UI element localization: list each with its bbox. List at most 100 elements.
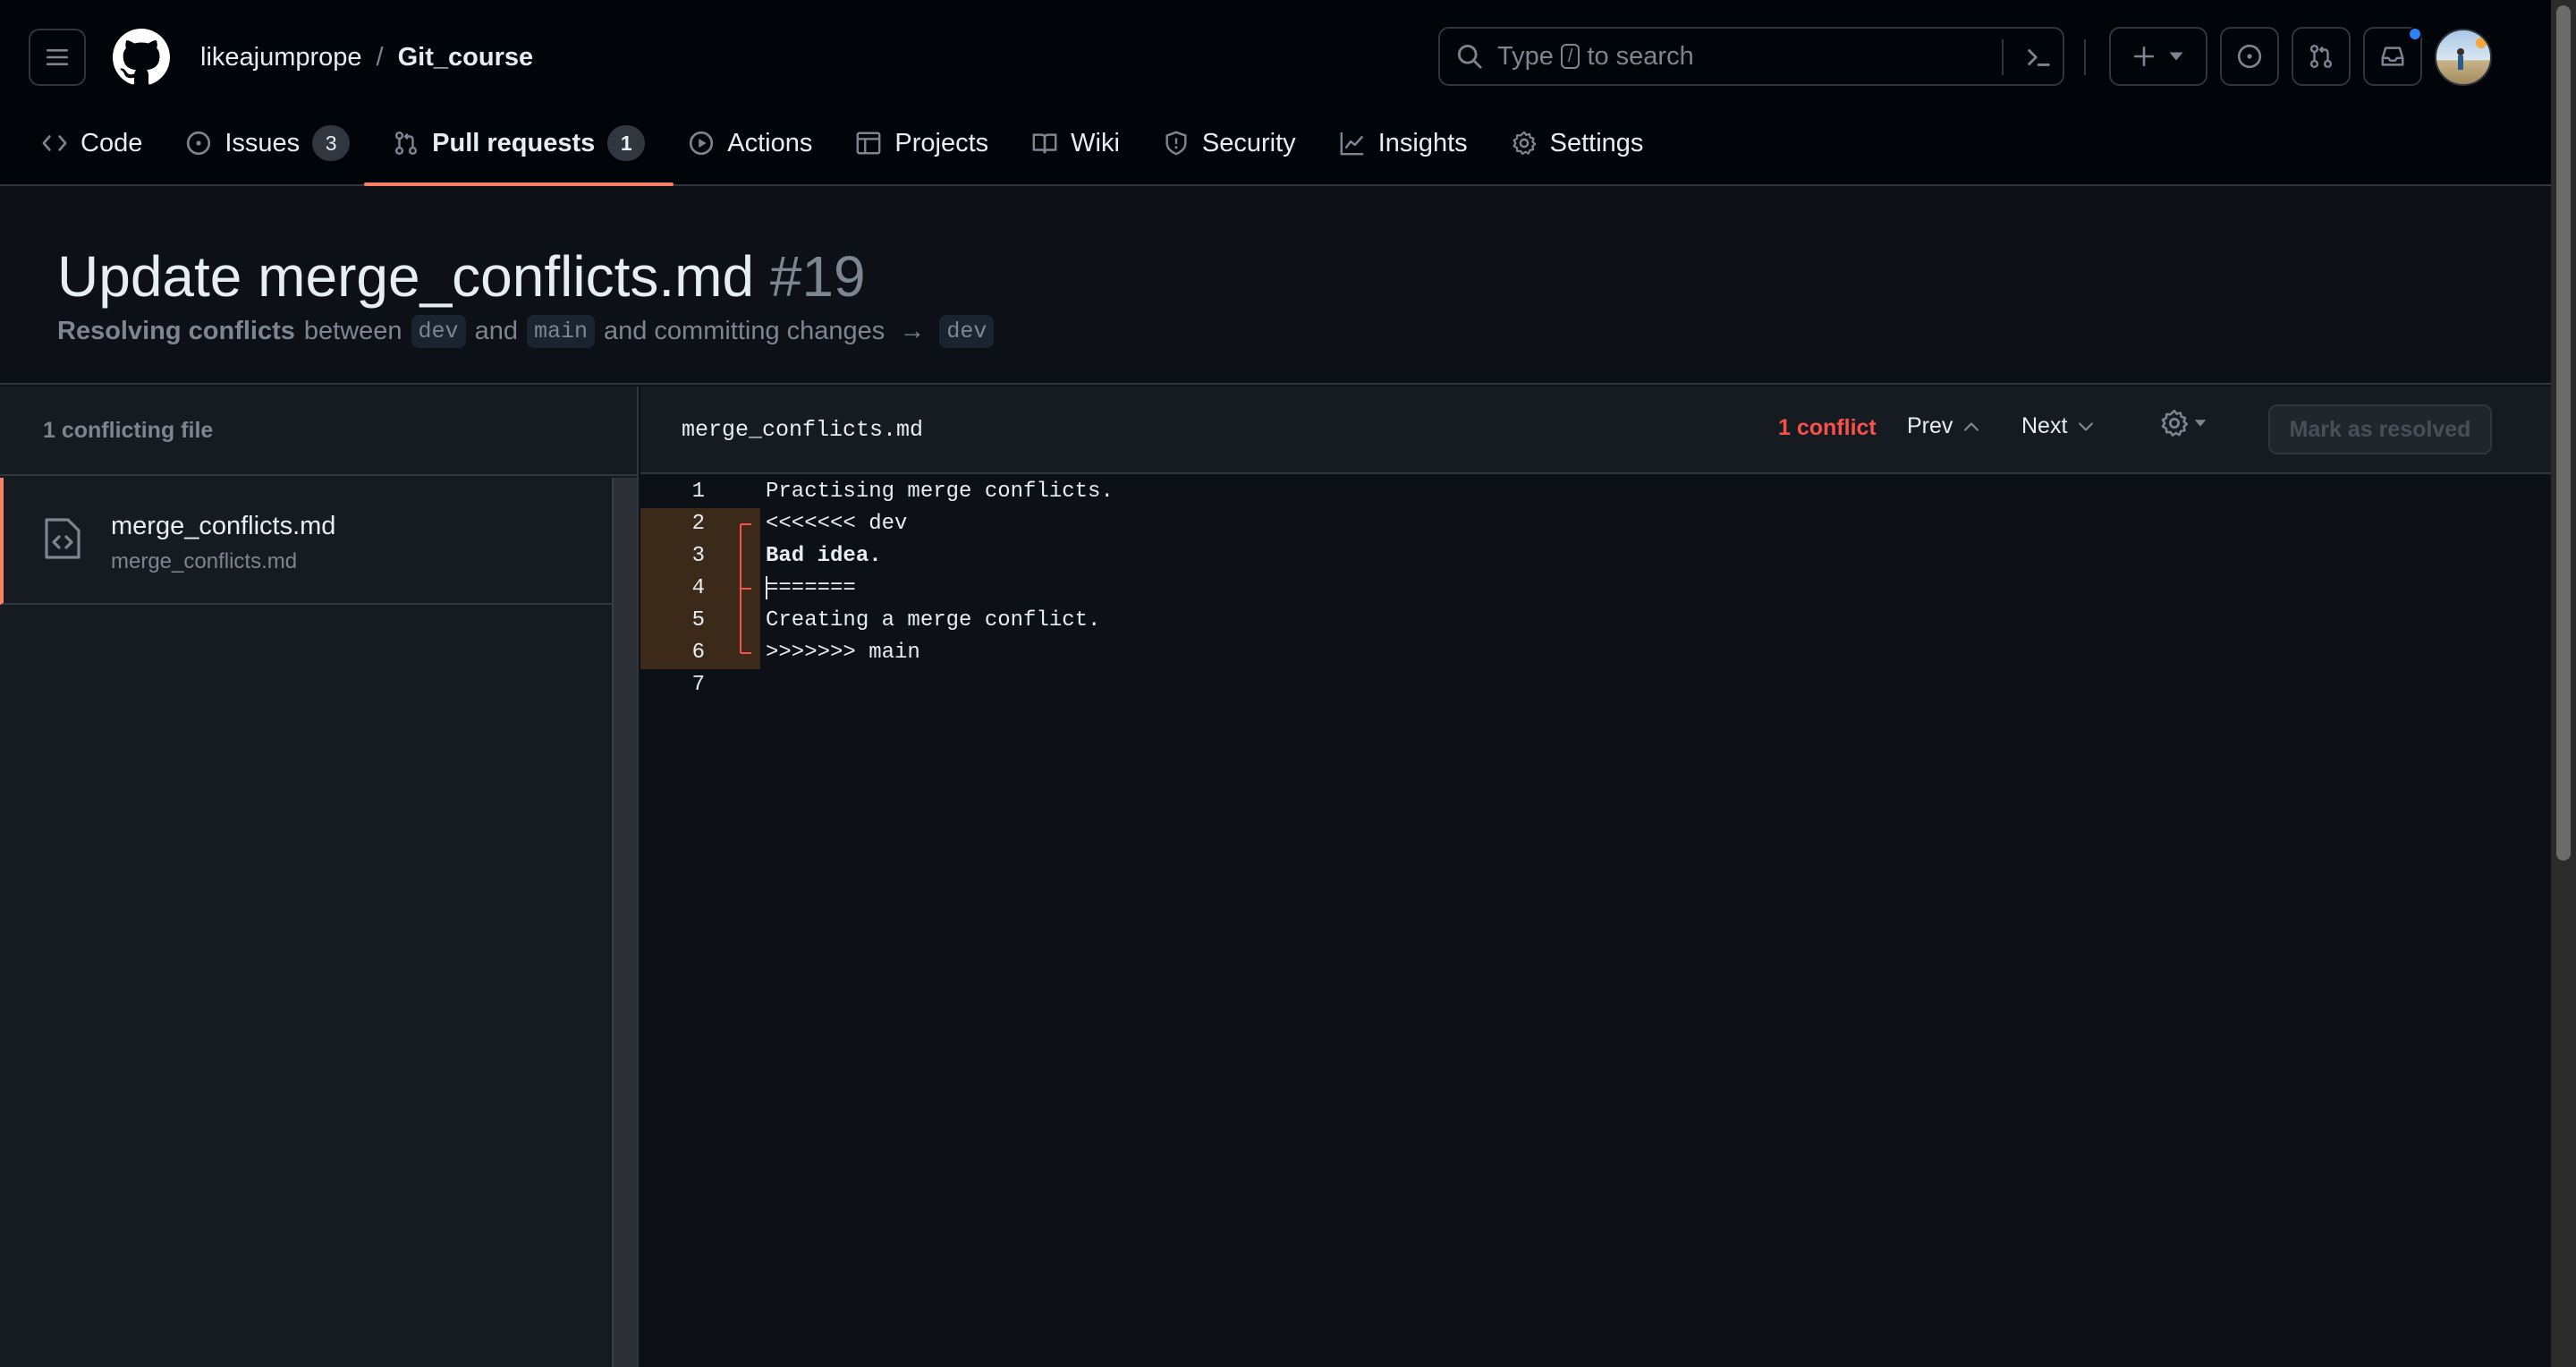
code-area[interactable]: 1 Practising merge conflicts. 2 <<<<<<< … xyxy=(640,476,2551,701)
code-line: 2 <<<<<<< dev xyxy=(640,508,2551,540)
search-icon xyxy=(1457,44,1482,69)
notification-indicator xyxy=(2408,27,2422,41)
code-line: 7 xyxy=(640,669,2551,701)
conflict-marker-divider xyxy=(705,573,760,605)
tab-actions[interactable]: Actions xyxy=(674,118,826,168)
pr-title-text: Update merge_conflicts.md xyxy=(57,244,755,309)
tab-settings[interactable]: Settings xyxy=(1496,118,1658,168)
conflicting-files-heading: 1 conflicting file xyxy=(0,386,637,476)
tab-issues[interactable]: Issues 3 xyxy=(171,118,364,168)
issues-button[interactable] xyxy=(2220,27,2279,86)
owner-link[interactable]: likeajumprope xyxy=(200,43,362,72)
conflict-file-sidebar: 1 conflicting file merge_conflicts.md me… xyxy=(0,386,639,1367)
line-number: 7 xyxy=(691,673,705,697)
line-text: Bad idea. xyxy=(766,544,882,568)
code-icon xyxy=(42,135,67,151)
file-code-icon xyxy=(45,518,80,559)
tab-insights[interactable]: Insights xyxy=(1325,118,1482,168)
tab-label: Issues xyxy=(225,128,301,157)
tab-wiki[interactable]: Wiki xyxy=(1017,118,1134,168)
subtitle-and: and xyxy=(474,317,518,345)
line-gutter xyxy=(705,476,760,508)
tab-code[interactable]: Code xyxy=(41,118,157,168)
editor-settings-button[interactable] xyxy=(2159,408,2207,438)
page-title: Update merge_conflicts.md #19 xyxy=(57,243,866,310)
line-number: 5 xyxy=(640,605,705,637)
gear-icon xyxy=(1513,131,1536,156)
search-placeholder-suffix: to search xyxy=(1587,41,1694,71)
line-gutter xyxy=(705,669,760,701)
line-text: >>>>>>> main xyxy=(766,641,920,665)
file-path: merge_conflicts.md xyxy=(111,549,298,573)
code-line: 1 Practising merge conflicts. xyxy=(640,476,2551,508)
pull-requests-button[interactable] xyxy=(2292,27,2351,86)
code-line: 5 Creating a merge conflict. xyxy=(640,605,2551,637)
repo-link[interactable]: Git_course xyxy=(398,43,534,72)
tab-label: Wiki xyxy=(1071,128,1120,157)
code-line: 6 >>>>>>> main xyxy=(640,637,2551,669)
line-number: 2 xyxy=(640,508,705,540)
prev-conflict-button[interactable]: Prev xyxy=(1907,413,1981,439)
github-logo-icon[interactable] xyxy=(113,29,170,86)
command-palette-button[interactable] xyxy=(2002,39,2052,75)
tab-security[interactable]: Security xyxy=(1148,118,1310,168)
code-line: 4 ======= xyxy=(640,573,2551,605)
global-header: likeajumprope / Git_course Type / to sea… xyxy=(0,0,2576,186)
editor-toolbar: merge_conflicts.md 1 conflict Prev Next … xyxy=(640,386,2551,474)
conflict-marker-body xyxy=(705,605,760,637)
breadcrumb: likeajumprope / Git_course xyxy=(200,39,533,75)
page-scrollbar[interactable] xyxy=(2551,0,2576,1367)
conflict-marker-start xyxy=(705,508,760,540)
editor-filename: merge_conflicts.md xyxy=(682,417,924,443)
line-text-content: ======= xyxy=(766,576,856,600)
tab-projects[interactable]: Projects xyxy=(841,118,1003,168)
menu-button[interactable] xyxy=(29,29,86,86)
hamburger-icon xyxy=(47,49,68,65)
sidebar-scrollbar[interactable] xyxy=(612,478,637,1367)
header-divider xyxy=(2084,39,2086,75)
caret-down-icon xyxy=(2169,52,2183,61)
issues-count-badge: 3 xyxy=(312,125,351,161)
pull-request-icon xyxy=(395,131,418,156)
terminal-icon xyxy=(2028,49,2050,66)
repo-nav: Code Issues 3 Pull requests 1 Actions Pr… xyxy=(41,118,1672,186)
tab-pull-requests[interactable]: Pull requests 1 xyxy=(364,118,674,186)
conflict-count: 1 conflict xyxy=(1778,415,1877,440)
line-text: Creating a merge conflict. xyxy=(766,608,1101,633)
create-new-button[interactable] xyxy=(2109,27,2207,86)
tab-label: Security xyxy=(1201,128,1296,157)
shield-icon xyxy=(1165,131,1187,156)
file-name: merge_conflicts.md xyxy=(111,512,336,540)
tab-label: Settings xyxy=(1549,128,1644,157)
table-icon xyxy=(856,132,881,155)
branch-label-dev: dev xyxy=(411,315,466,348)
conflict-editor: merge_conflicts.md 1 conflict Prev Next … xyxy=(640,386,2551,1367)
pr-number: #19 xyxy=(769,244,866,309)
tab-label: Insights xyxy=(1377,128,1468,157)
next-conflict-button[interactable]: Next xyxy=(2021,413,2096,439)
search-input[interactable]: Type / to search xyxy=(1438,27,2064,86)
code-line: 3 Bad idea. xyxy=(640,540,2551,573)
conflict-file-list: merge_conflicts.md merge_conflicts.md xyxy=(0,478,612,1367)
pr-header: Update merge_conflicts.md #19 Resolving … xyxy=(0,188,2551,385)
subtitle-lead: Resolving conflicts xyxy=(57,317,295,345)
chevron-up-icon xyxy=(1964,421,1979,431)
mark-as-resolved-button[interactable]: Mark as resolved xyxy=(2268,404,2492,454)
issue-icon xyxy=(187,131,211,156)
search-placeholder-prefix: Type xyxy=(1497,41,1554,71)
line-text: ======= xyxy=(766,573,856,605)
next-label: Next xyxy=(2021,413,2068,438)
line-text: <<<<<<< dev xyxy=(766,512,908,536)
subtitle-between: between xyxy=(303,317,402,345)
line-number: 3 xyxy=(640,540,705,573)
line-text: Practising merge conflicts. xyxy=(766,480,1114,504)
chevron-down-icon xyxy=(2079,421,2094,431)
issue-opened-icon xyxy=(2237,44,2262,69)
conflict-file-item[interactable]: merge_conflicts.md merge_conflicts.md xyxy=(0,478,612,605)
git-pull-request-icon xyxy=(2309,44,2333,69)
page-scrollbar-thumb[interactable] xyxy=(2556,5,2571,861)
user-avatar[interactable] xyxy=(2435,29,2492,86)
graph-icon xyxy=(1340,132,1363,156)
book-icon xyxy=(1032,133,1057,154)
line-number: 1 xyxy=(691,480,705,504)
